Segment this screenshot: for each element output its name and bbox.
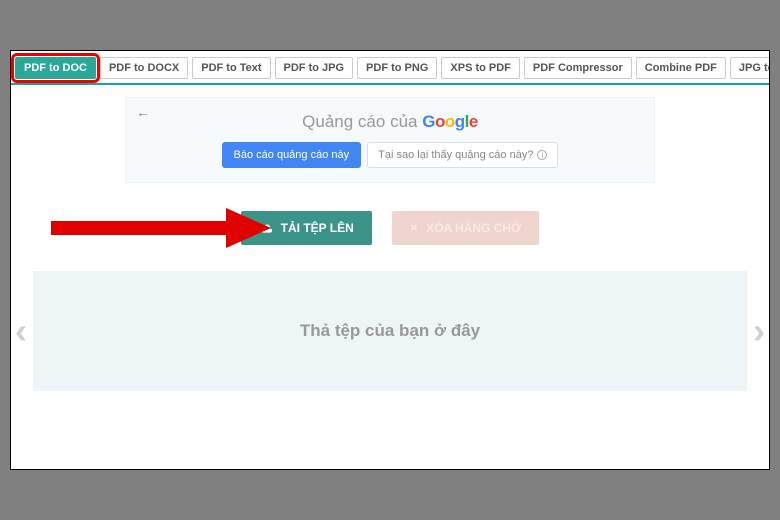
drop-zone[interactable]: Thả tệp của bạn ở đây [33, 271, 747, 391]
tab-pdf-to-png[interactable]: PDF to PNG [357, 57, 437, 79]
actions-row: TẢI TỆP LÊN ✕ XÓA HÀNG CHỜ [29, 211, 751, 245]
tabs-bar: PDF to DOCPDF to DOCXPDF to TextPDF to J… [11, 51, 769, 85]
tab-jpg-to-pdf[interactable]: JPG to PDF [730, 57, 770, 79]
carousel-next-icon[interactable]: › [753, 310, 765, 352]
tab-pdf-to-doc[interactable]: PDF to DOC [15, 57, 96, 79]
tab-pdf-to-jpg[interactable]: PDF to JPG [275, 57, 354, 79]
ad-back-icon[interactable]: ← [136, 104, 150, 120]
ad-buttons-row: Báo cáo quảng cáo này Tại sao lại thấy q… [136, 142, 644, 168]
google-logo-text: Google [422, 112, 478, 131]
ad-title: Quảng cáo của Google [136, 112, 644, 132]
tab-pdf-compressor[interactable]: PDF Compressor [524, 57, 632, 79]
tab-pdf-to-docx[interactable]: PDF to DOCX [100, 57, 188, 79]
drop-zone-text: Thả tệp của bạn ở đây [300, 321, 480, 341]
tab-combine-pdf[interactable]: Combine PDF [636, 57, 726, 79]
tab-pdf-to-text[interactable]: PDF to Text [192, 57, 270, 79]
app-window: PDF to DOCPDF to DOCXPDF to TextPDF to J… [10, 50, 770, 470]
why-ad-label: Tại sao lại thấy quảng cáo này? [378, 149, 533, 161]
clear-queue-button: ✕ XÓA HÀNG CHỜ [392, 211, 540, 245]
annotation-arrow-icon [51, 208, 271, 248]
main-content: ← Quảng cáo của Google Báo cáo quảng cáo… [11, 85, 769, 403]
tab-xps-to-pdf[interactable]: XPS to PDF [441, 57, 520, 79]
info-icon: i [537, 150, 547, 160]
google-ad-box: ← Quảng cáo của Google Báo cáo quảng cáo… [125, 97, 655, 183]
report-ad-button[interactable]: Báo cáo quảng cáo này [222, 142, 362, 168]
close-icon: ✕ [410, 223, 418, 234]
drop-area-wrap: ‹ Thả tệp của bạn ở đây › [29, 271, 751, 391]
upload-label: TẢI TỆP LÊN [281, 221, 354, 235]
why-ad-button[interactable]: Tại sao lại thấy quảng cáo này? i [367, 142, 558, 168]
carousel-prev-icon[interactable]: ‹ [15, 310, 27, 352]
clear-label: XÓA HÀNG CHỜ [426, 221, 521, 235]
ad-title-prefix: Quảng cáo của [302, 112, 422, 131]
